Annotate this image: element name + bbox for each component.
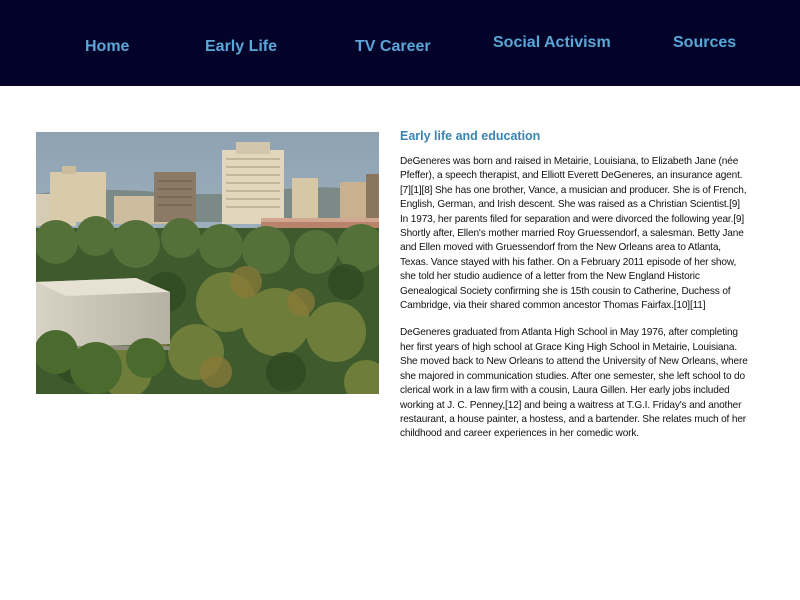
city-skyline-photo xyxy=(36,132,379,394)
nav-link-early-life[interactable]: Early Life xyxy=(205,38,277,56)
article-paragraph-1: DeGeneres was born and raised in Metairi… xyxy=(400,156,747,312)
section-heading: Early life and education xyxy=(400,129,541,143)
nav-link-sources[interactable]: Sources xyxy=(673,34,736,52)
article-early-life: Early life and education DeGeneres was b… xyxy=(400,129,750,455)
nav-link-social-activism[interactable]: Social Activism xyxy=(493,34,611,52)
skyline-illustration xyxy=(36,132,379,394)
nav-link-tv-career[interactable]: TV Career xyxy=(355,38,431,56)
top-navigation-bar: Home Early Life TV Career Social Activis… xyxy=(0,0,800,86)
nav-link-home[interactable]: Home xyxy=(85,38,129,56)
article-paragraph-2: DeGeneres graduated from Atlanta High Sc… xyxy=(400,327,748,440)
